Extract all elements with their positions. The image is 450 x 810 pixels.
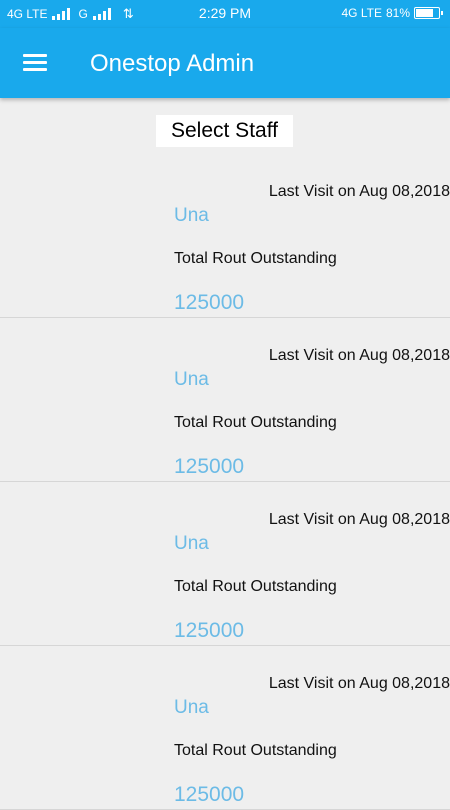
last-visit-label: Last Visit on Aug 08,2018: [268, 183, 450, 200]
outstanding-value: 125000: [174, 783, 245, 806]
outstanding-label: Total Rout Outstanding: [174, 578, 337, 595]
staff-card[interactable]: Last Visit on Aug 08,2018 Una Total Rout…: [0, 154, 450, 318]
battery-icon: [414, 7, 443, 19]
staff-card[interactable]: Last Visit on Aug 08,2018 Una Total Rout…: [0, 318, 450, 482]
last-visit-label: Last Visit on Aug 08,2018: [268, 347, 450, 364]
hamburger-menu-icon[interactable]: [16, 48, 52, 78]
app-bar: Onestop Admin: [0, 28, 450, 98]
network-type-right-label: 4G LTE: [341, 6, 382, 20]
staff-name: Una: [174, 369, 209, 390]
staff-card[interactable]: Last Visit on Aug 08,2018 Una Total Rout…: [0, 482, 450, 646]
staff-name: Una: [174, 533, 209, 554]
select-staff-button[interactable]: Select Staff: [156, 115, 293, 147]
status-bar: 4G LTE G ⇅ 2:29 PM 4G LTE 81%: [0, 0, 450, 28]
staff-card[interactable]: Last Visit on Aug 08,2018 Una Total Rout…: [0, 646, 450, 810]
app-title: Onestop Admin: [90, 50, 255, 77]
status-right: 4G LTE 81%: [341, 6, 443, 20]
last-visit-label: Last Visit on Aug 08,2018: [268, 675, 450, 692]
battery-percent: 81%: [385, 6, 410, 20]
outstanding-label: Total Rout Outstanding: [174, 414, 337, 431]
staff-name: Una: [174, 205, 209, 226]
outstanding-value: 125000: [174, 291, 245, 314]
outstanding-label: Total Rout Outstanding: [174, 250, 337, 267]
outstanding-label: Total Rout Outstanding: [174, 742, 337, 759]
outstanding-value: 125000: [174, 619, 245, 642]
staff-list: Last Visit on Aug 08,2018 Una Total Rout…: [0, 154, 450, 810]
last-visit-label: Last Visit on Aug 08,2018: [268, 511, 450, 528]
outstanding-value: 125000: [174, 455, 245, 478]
staff-name: Una: [174, 697, 209, 718]
